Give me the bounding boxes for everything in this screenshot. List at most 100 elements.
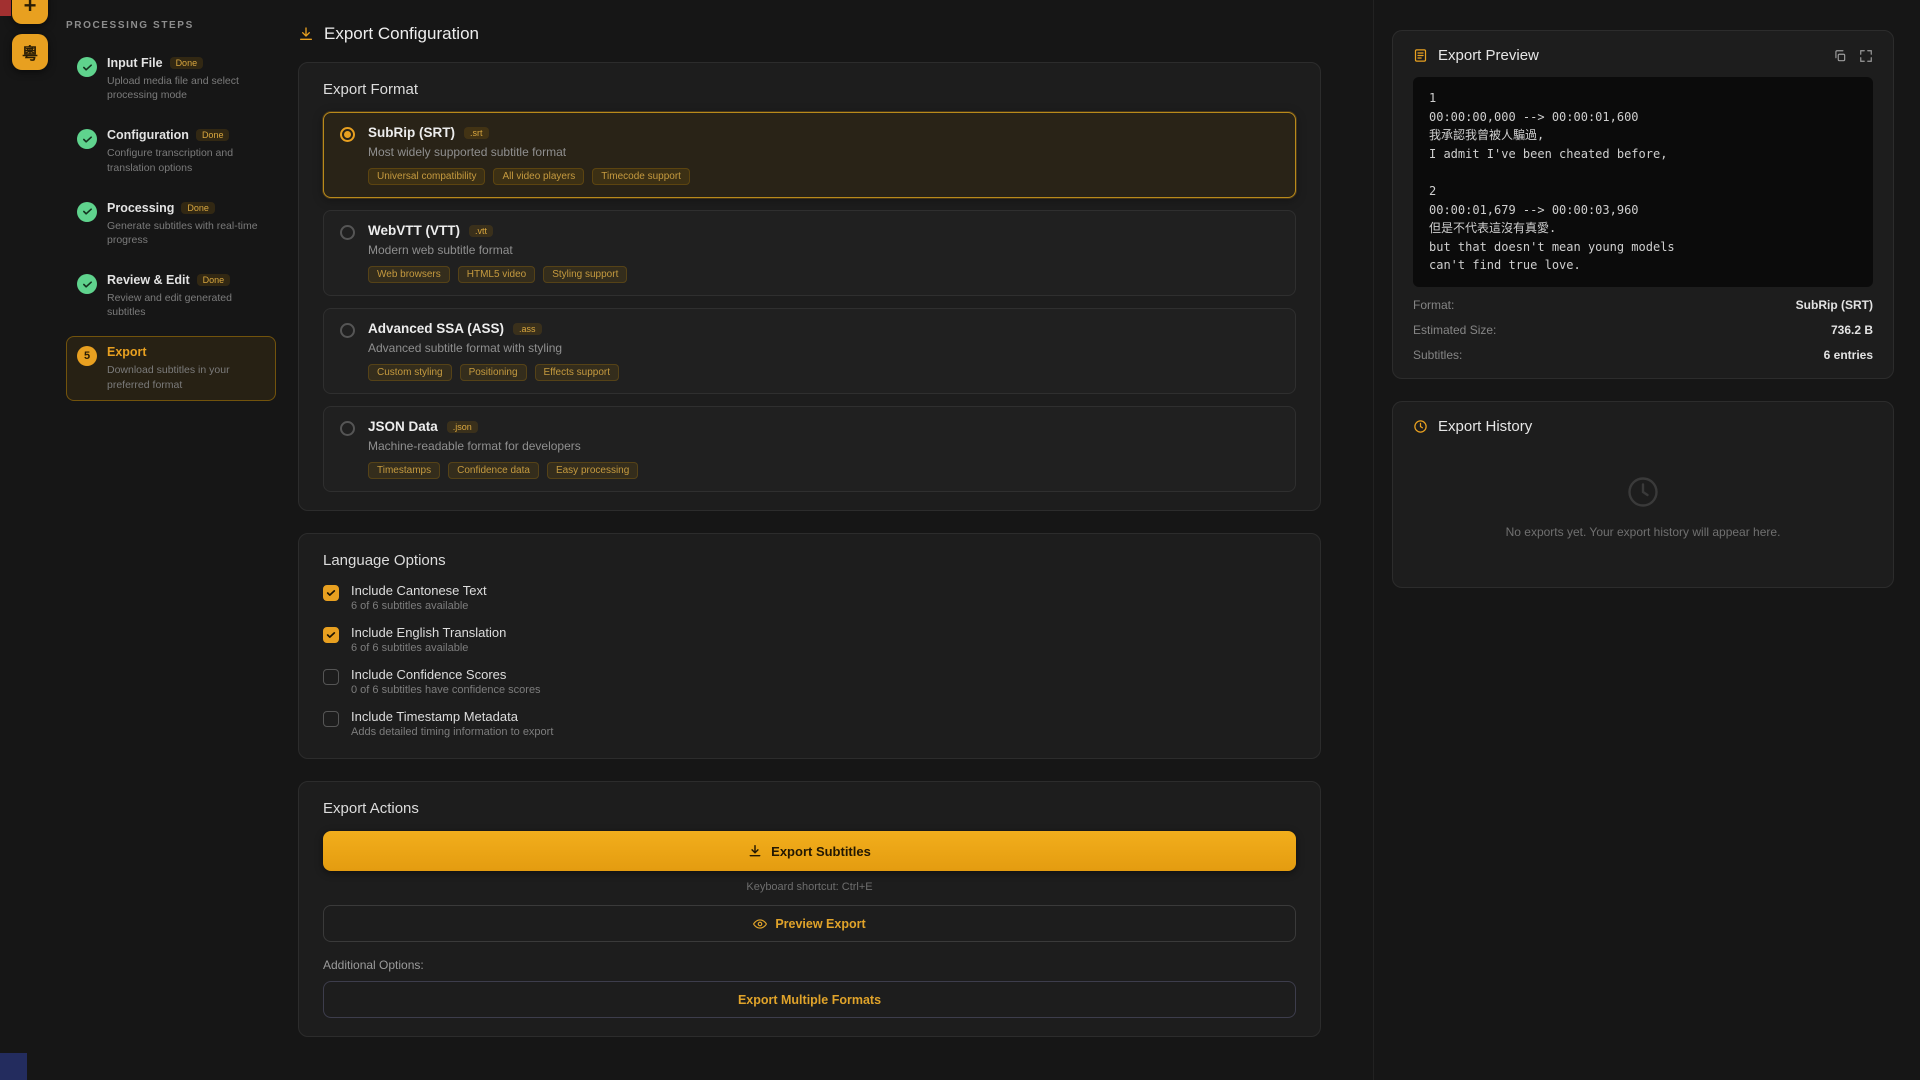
radio-icon[interactable]: [340, 225, 355, 240]
option-sublabel: 6 of 6 subtitles available: [351, 642, 506, 654]
app-root: + 粵 PROCESSING STEPS Input File Done Upl…: [0, 0, 1920, 1080]
format-tags: Web browsers HTML5 video Styling support: [368, 266, 627, 283]
sidebar-step-configuration[interactable]: Configuration Done Configure transcripti…: [66, 119, 276, 183]
format-extension-badge: .ass: [513, 323, 542, 335]
keyboard-shortcut-hint: Keyboard shortcut: Ctrl+E: [323, 881, 1296, 893]
history-empty-text: No exports yet. Your export history will…: [1427, 524, 1859, 541]
check-circle-icon: [77, 57, 97, 77]
format-tag: Timecode support: [592, 168, 690, 185]
sidebar-step-input-file[interactable]: Input File Done Upload media file and se…: [66, 47, 276, 111]
preview-export-button[interactable]: Preview Export: [323, 905, 1296, 942]
check-circle-icon: [77, 202, 97, 222]
format-option-body: WebVTT (VTT) .vtt Modern web subtitle fo…: [368, 223, 627, 283]
main-content: Export Configuration Export Format SubRi…: [288, 0, 1374, 1080]
sidebar-step-review-edit[interactable]: Review & Edit Done Review and edit gener…: [66, 264, 276, 328]
checkbox-checked-icon[interactable]: [323, 585, 339, 601]
preview-meta-size: Estimated Size: 736.2 B: [1413, 323, 1873, 337]
preview-actions: [1833, 49, 1873, 63]
format-tag: Effects support: [535, 364, 620, 381]
screen-corner-artifact-blue: [0, 1053, 27, 1080]
copy-icon[interactable]: [1833, 49, 1847, 63]
option-text: Include Timestamp Metadata Adds detailed…: [351, 709, 553, 738]
export-preview-title: Export Preview: [1438, 47, 1539, 64]
option-label: Include Confidence Scores: [351, 667, 541, 682]
format-tag: Confidence data: [448, 462, 539, 479]
checkbox-unchecked-icon[interactable]: [323, 669, 339, 685]
format-name: JSON Data: [368, 419, 438, 434]
step-title: Export: [107, 345, 147, 359]
step-body: Processing Done Generate subtitles with …: [107, 201, 262, 247]
meta-label: Estimated Size:: [1413, 323, 1496, 337]
sidebar-step-processing[interactable]: Processing Done Generate subtitles with …: [66, 192, 276, 256]
preview-export-label: Preview Export: [775, 917, 865, 931]
meta-value: SubRip (SRT): [1796, 298, 1873, 312]
radio-icon[interactable]: [340, 323, 355, 338]
preview-meta-format: Format: SubRip (SRT): [1413, 298, 1873, 312]
export-history-card: Export History No exports yet. Your expo…: [1392, 401, 1894, 588]
radio-icon[interactable]: [340, 421, 355, 436]
meta-label: Format:: [1413, 298, 1454, 312]
export-actions-heading: Export Actions: [323, 800, 1296, 817]
step-description: Download subtitles in your preferred for…: [107, 363, 262, 391]
meta-label: Subtitles:: [1413, 348, 1462, 362]
export-multiple-formats-button[interactable]: Export Multiple Formats: [323, 981, 1296, 1018]
step-description: Upload media file and select processing …: [107, 74, 262, 102]
radio-selected-icon[interactable]: [340, 127, 355, 142]
export-preview-header: Export Preview: [1413, 47, 1873, 64]
sidebar: + 粵 PROCESSING STEPS Input File Done Upl…: [0, 0, 288, 1080]
step-description: Configure transcription and translation …: [107, 146, 262, 174]
preview-file-icon: [1413, 48, 1428, 63]
format-description: Machine-readable format for developers: [368, 439, 638, 453]
add-button[interactable]: +: [12, 0, 48, 24]
option-sublabel: 6 of 6 subtitles available: [351, 600, 487, 612]
option-sublabel: Adds detailed timing information to expo…: [351, 726, 553, 738]
export-multiple-formats-label: Export Multiple Formats: [738, 993, 881, 1007]
check-circle-icon: [77, 129, 97, 149]
format-option-ass[interactable]: Advanced SSA (ASS) .ass Advanced subtitl…: [323, 308, 1296, 394]
checkbox-checked-icon[interactable]: [323, 627, 339, 643]
expand-icon[interactable]: [1859, 49, 1873, 63]
option-label: Include English Translation: [351, 625, 506, 640]
history-empty-clock-icon: [1427, 474, 1859, 510]
language-options-heading: Language Options: [323, 552, 1296, 569]
format-tag: Custom styling: [368, 364, 452, 381]
step-body: Review & Edit Done Review and edit gener…: [107, 273, 262, 319]
export-format-section: Export Format SubRip (SRT) .srt Most wid…: [298, 62, 1321, 511]
step-body: Export Download subtitles in your prefer…: [107, 345, 262, 391]
format-description: Most widely supported subtitle format: [368, 145, 690, 159]
additional-options-label: Additional Options:: [323, 958, 1296, 972]
format-tag: Easy processing: [547, 462, 638, 479]
step-title: Review & Edit: [107, 273, 190, 287]
format-tag: Universal compatibility: [368, 168, 485, 185]
step-description: Generate subtitles with real-time progre…: [107, 219, 262, 247]
option-include-timestamp-metadata[interactable]: Include Timestamp Metadata Adds detailed…: [323, 709, 1296, 738]
option-sublabel: 0 of 6 subtitles have confidence scores: [351, 684, 541, 696]
step-description: Review and edit generated subtitles: [107, 291, 262, 319]
format-description: Advanced subtitle format with styling: [368, 341, 619, 355]
format-tag: Timestamps: [368, 462, 440, 479]
steps-list: Input File Done Upload media file and se…: [66, 47, 276, 401]
format-option-vtt[interactable]: WebVTT (VTT) .vtt Modern web subtitle fo…: [323, 210, 1296, 296]
format-option-body: JSON Data .json Machine-readable format …: [368, 419, 638, 479]
export-history-header: Export History: [1413, 418, 1873, 435]
format-name: SubRip (SRT): [368, 125, 455, 140]
format-option-body: Advanced SSA (ASS) .ass Advanced subtitl…: [368, 321, 619, 381]
step-title: Input File: [107, 56, 163, 70]
preview-meta-subtitles: Subtitles: 6 entries: [1413, 348, 1873, 362]
export-preview-card: Export Preview 1 00:00:00,000 --> 00:00:…: [1392, 30, 1894, 379]
checkbox-unchecked-icon[interactable]: [323, 711, 339, 727]
step-body: Input File Done Upload media file and se…: [107, 56, 262, 102]
format-extension-badge: .srt: [464, 127, 489, 139]
option-include-confidence[interactable]: Include Confidence Scores 0 of 6 subtitl…: [323, 667, 1296, 696]
export-subtitles-button[interactable]: Export Subtitles: [323, 831, 1296, 871]
option-text: Include Confidence Scores 0 of 6 subtitl…: [351, 667, 541, 696]
format-option-json[interactable]: JSON Data .json Machine-readable format …: [323, 406, 1296, 492]
option-include-english[interactable]: Include English Translation 6 of 6 subti…: [323, 625, 1296, 654]
format-name: Advanced SSA (ASS): [368, 321, 504, 336]
option-include-cantonese[interactable]: Include Cantonese Text 6 of 6 subtitles …: [323, 583, 1296, 612]
format-option-srt[interactable]: SubRip (SRT) .srt Most widely supported …: [323, 112, 1296, 198]
app-logo-button[interactable]: 粵: [12, 34, 48, 70]
option-label: Include Cantonese Text: [351, 583, 487, 598]
sidebar-step-export[interactable]: 5 Export Download subtitles in your pref…: [66, 336, 276, 400]
format-extension-badge: .vtt: [469, 225, 493, 237]
